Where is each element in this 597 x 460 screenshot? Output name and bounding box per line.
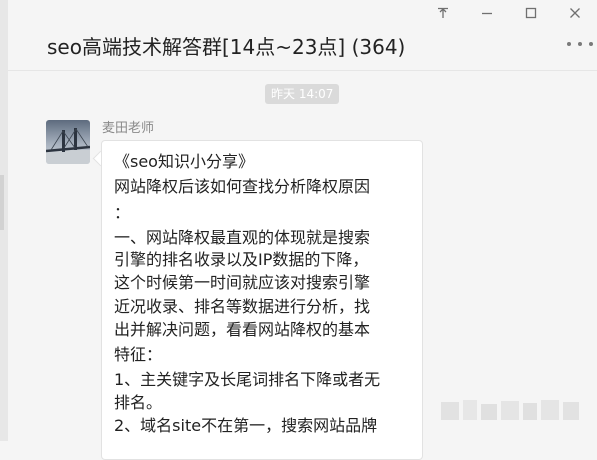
message-line: 1、主关键字及长尾词排名下降或者无 — [114, 370, 381, 389]
message-line: 特征： — [114, 345, 163, 364]
message-line: 排名。 — [114, 393, 163, 412]
message-line: 《seo知识小分享》 — [114, 152, 254, 171]
more-dots-icon[interactable] — [567, 38, 593, 50]
maximize-icon[interactable] — [509, 3, 553, 23]
session-list-edge — [0, 0, 8, 441]
message-line: 近况收录、排名等数据进行分析，找 — [114, 297, 371, 316]
chat-title[interactable]: seo高端技术解答群[14点~23点] (364) — [47, 31, 405, 60]
message-line: 出并解决问题，看看网站降权的基本 — [114, 320, 371, 339]
message-line: 2、域名site不在第一，搜索网站品牌 — [114, 416, 378, 435]
sender-name: 麦田老师 — [102, 121, 155, 136]
message-line: 引擎的排名收录以及IP数据的下降， — [114, 250, 369, 269]
window-controls — [421, 3, 597, 23]
message-line: 这个时候第一时间就应该对搜索引擎 — [114, 273, 371, 292]
dot — [578, 42, 582, 46]
pin-icon[interactable] — [421, 3, 465, 23]
blurred-watermark — [441, 396, 591, 424]
dot — [567, 42, 571, 46]
message-timestamp: 昨天 14:07 — [265, 84, 340, 104]
message-line: 一、网站降权最直观的体现就是搜索 — [114, 228, 371, 247]
close-icon[interactable] — [553, 3, 597, 23]
scroll-marker[interactable] — [0, 175, 4, 230]
dot — [589, 42, 593, 46]
avatar[interactable] — [46, 120, 90, 164]
message-line: 网站降权后该如何查找分析降权原因 — [114, 177, 371, 196]
message-line: ： — [114, 203, 131, 222]
minimize-icon[interactable] — [465, 3, 509, 23]
